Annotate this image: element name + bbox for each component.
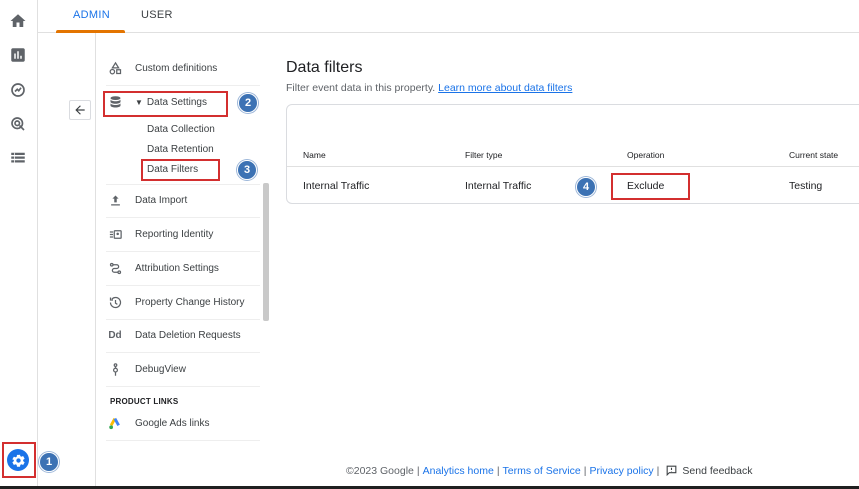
google-ads-icon bbox=[106, 416, 124, 432]
home-icon[interactable] bbox=[8, 11, 28, 31]
highlight-data-filters bbox=[141, 159, 220, 181]
menu-item-label: Custom definitions bbox=[135, 63, 218, 74]
table-cell-filter-type: Internal Traffic bbox=[465, 180, 532, 192]
footer-copyright: ©2023 Google bbox=[346, 464, 414, 477]
menu-item-reporting-identity[interactable]: Reporting Identity bbox=[106, 218, 260, 252]
column-header-operation[interactable]: Operation bbox=[627, 150, 664, 160]
attribution-icon bbox=[106, 261, 124, 277]
column-header-name[interactable]: Name bbox=[303, 150, 326, 160]
upload-icon bbox=[106, 193, 124, 209]
admin-user-tabs: ADMIN USER bbox=[38, 0, 859, 33]
footer-link-terms[interactable]: Terms of Service bbox=[503, 465, 581, 477]
menu-item-label: Reporting Identity bbox=[135, 229, 214, 240]
highlight-operation-exclude bbox=[611, 173, 690, 200]
table-header-divider bbox=[287, 166, 859, 167]
configure-icon[interactable] bbox=[8, 148, 28, 168]
active-tab-indicator bbox=[56, 30, 125, 33]
menu-item-attribution-settings[interactable]: Attribution Settings bbox=[106, 252, 260, 286]
panel-scrollbar-thumb[interactable] bbox=[263, 183, 269, 321]
sub-item-data-collection[interactable]: Data Collection bbox=[147, 124, 215, 135]
tab-user[interactable]: USER bbox=[141, 9, 173, 21]
identity-icon bbox=[106, 227, 124, 243]
menu-item-data-deletion-requests[interactable]: Dd Data Deletion Requests bbox=[106, 319, 260, 353]
table-cell-name[interactable]: Internal Traffic bbox=[303, 180, 369, 192]
arrow-back-icon bbox=[75, 105, 85, 115]
left-nav-rail bbox=[0, 0, 38, 489]
page-subtitle: Filter event data in this property. Lear… bbox=[286, 82, 572, 94]
highlight-data-settings bbox=[103, 91, 228, 117]
back-button[interactable] bbox=[69, 100, 91, 120]
send-feedback-button[interactable]: Send feedback bbox=[665, 464, 752, 477]
step-badge-2: 2 bbox=[238, 93, 258, 113]
menu-item-property-change-history[interactable]: Property Change History bbox=[106, 286, 260, 320]
footer-separator: | bbox=[416, 464, 420, 477]
reports-icon[interactable] bbox=[8, 45, 28, 65]
advertising-icon[interactable] bbox=[8, 114, 28, 134]
menu-item-label: Google Ads links bbox=[135, 418, 210, 429]
step-badge-3: 3 bbox=[237, 160, 257, 180]
menu-item-label: Attribution Settings bbox=[135, 263, 219, 274]
shapes-icon bbox=[106, 61, 124, 77]
subtitle-text: Filter event data in this property. bbox=[286, 82, 436, 94]
footer: ©2023 Google | Analytics home | Terms of… bbox=[346, 464, 752, 477]
data-filters-table-card bbox=[286, 104, 859, 204]
section-title-product-links: PRODUCT LINKS bbox=[110, 397, 179, 406]
footer-separator: | bbox=[496, 464, 500, 477]
step-badge-4: 4 bbox=[576, 177, 596, 197]
highlight-admin-gear bbox=[2, 442, 36, 478]
menu-item-label: Data Deletion Requests bbox=[135, 330, 241, 341]
step-badge-1: 1 bbox=[39, 452, 59, 472]
column-header-current-state[interactable]: Current state bbox=[789, 150, 838, 160]
explore-icon[interactable] bbox=[8, 80, 28, 100]
column-header-filter-type[interactable]: Filter type bbox=[465, 150, 502, 160]
sub-item-data-retention[interactable]: Data Retention bbox=[147, 144, 214, 155]
tab-admin[interactable]: ADMIN bbox=[73, 9, 110, 21]
panel-divider bbox=[95, 33, 96, 489]
menu-item-label: Data Import bbox=[135, 195, 188, 206]
learn-more-link[interactable]: Learn more about data filters bbox=[438, 82, 572, 94]
menu-item-label: Property Change History bbox=[135, 297, 245, 308]
footer-separator: | bbox=[656, 464, 660, 477]
data-deletion-icon: Dd bbox=[108, 330, 122, 341]
footer-link-analytics-home[interactable]: Analytics home bbox=[423, 465, 494, 477]
menu-item-debugview[interactable]: DebugView bbox=[106, 353, 260, 387]
menu-item-data-import[interactable]: Data Import bbox=[106, 184, 260, 218]
feedback-icon bbox=[667, 465, 677, 477]
page-title: Data filters bbox=[286, 59, 363, 76]
menu-item-google-ads-links[interactable]: Google Ads links bbox=[106, 407, 260, 441]
history-icon bbox=[106, 295, 124, 311]
footer-separator: | bbox=[583, 464, 587, 477]
menu-item-label: DebugView bbox=[135, 364, 186, 375]
footer-link-privacy[interactable]: Privacy policy bbox=[589, 465, 653, 477]
send-feedback-label: Send feedback bbox=[682, 464, 753, 477]
menu-item-custom-definitions[interactable]: Custom definitions bbox=[106, 52, 260, 86]
debug-icon bbox=[106, 362, 124, 378]
table-cell-current-state: Testing bbox=[789, 180, 823, 192]
